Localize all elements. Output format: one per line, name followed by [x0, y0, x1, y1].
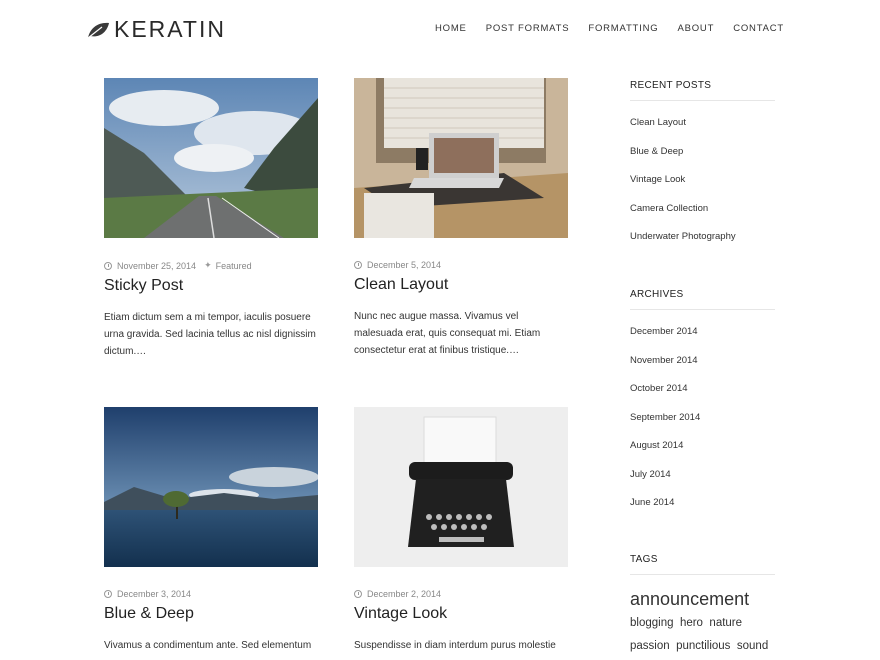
post-date: December 5, 2014 [367, 260, 442, 270]
post-date: December 2, 2014 [367, 589, 442, 599]
widget-title: ARCHIVES [630, 289, 775, 310]
post-thumbnail-lake-tree[interactable] [104, 407, 318, 567]
tag-cloud: announcement blogging hero nature passio… [630, 589, 775, 657]
post-card: December 2, 2014 Vintage Look Suspendiss… [354, 407, 568, 654]
post-title[interactable]: Sticky Post [104, 277, 318, 295]
main-nav: HOME POST FORMATS FORMATTING ABOUT CONTA… [435, 23, 784, 34]
archive-link[interactable]: November 2014 [630, 347, 775, 376]
tag-link[interactable]: blogging [630, 617, 673, 629]
archive-link[interactable]: October 2014 [630, 375, 775, 404]
tag-link[interactable]: punctilious [676, 640, 730, 652]
widget-tags: TAGS announcement blogging hero nature p… [630, 554, 775, 657]
post-thumbnail-laptop-desk[interactable] [354, 78, 568, 238]
post-title[interactable]: Clean Layout [354, 276, 568, 294]
widget-archives: ARCHIVES December 2014 November 2014 Oct… [630, 289, 775, 518]
site-logo[interactable]: KERATIN [86, 16, 226, 43]
post-title[interactable]: Blue & Deep [104, 605, 318, 623]
archive-link[interactable]: September 2014 [630, 404, 775, 433]
recent-post-link[interactable]: Vintage Look [630, 166, 775, 195]
widget-recent-posts: RECENT POSTS Clean Layout Blue & Deep Vi… [630, 80, 775, 252]
site-title: KERATIN [114, 16, 226, 42]
featured-label: Featured [215, 260, 252, 271]
archive-link[interactable]: August 2014 [630, 432, 775, 461]
widget-title: RECENT POSTS [630, 80, 775, 101]
nav-post-formats[interactable]: POST FORMATS [486, 23, 570, 34]
widget-title: TAGS [630, 554, 775, 575]
post-date: November 25, 2014 [117, 260, 197, 271]
post-excerpt: Suspendisse in diam interdum purus moles… [354, 640, 556, 651]
post-thumbnail-mountain-road[interactable] [104, 78, 318, 238]
post-card: November 25, 2014 ✦ Featured Sticky Post… [104, 78, 318, 360]
nav-contact[interactable]: CONTACT [733, 23, 784, 34]
tag-link[interactable]: sound [737, 640, 768, 652]
post-title[interactable]: Vintage Look [354, 605, 568, 623]
clock-icon [104, 590, 112, 598]
tag-link[interactable]: passion [630, 640, 670, 652]
post-date: December 3, 2014 [117, 589, 192, 599]
nav-formatting[interactable]: FORMATTING [588, 23, 658, 34]
recent-post-link[interactable]: Underwater Photography [630, 223, 775, 252]
recent-post-link[interactable]: Camera Collection [630, 195, 775, 224]
post-excerpt: Etiam dictum sem a mi tempor, iaculis po… [104, 312, 316, 357]
post-excerpt: Vivamus a condimentum ante. Sed elementu… [104, 640, 312, 651]
tag-link[interactable]: announcement [630, 589, 749, 609]
clock-icon [104, 261, 112, 270]
recent-post-link[interactable]: Clean Layout [630, 109, 775, 138]
post-thumbnail-typewriter[interactable] [354, 407, 568, 567]
nav-about[interactable]: ABOUT [677, 23, 714, 34]
archive-link[interactable]: June 2014 [630, 489, 775, 518]
tag-link[interactable]: nature [709, 617, 742, 629]
post-card: December 5, 2014 Clean Layout Nunc nec a… [354, 78, 568, 359]
archive-link[interactable]: July 2014 [630, 461, 775, 490]
clock-icon [354, 590, 362, 598]
clock-icon [354, 261, 362, 269]
leaf-icon [87, 22, 109, 38]
archive-link[interactable]: December 2014 [630, 318, 775, 347]
pin-icon: ✦ [204, 260, 212, 270]
post-excerpt: Nunc nec augue massa. Vivamus vel malesu… [354, 311, 541, 356]
post-card: December 3, 2014 Blue & Deep Vivamus a c… [104, 407, 318, 654]
tag-link[interactable]: hero [680, 617, 703, 629]
recent-post-link[interactable]: Blue & Deep [630, 138, 775, 167]
nav-home[interactable]: HOME [435, 23, 467, 34]
